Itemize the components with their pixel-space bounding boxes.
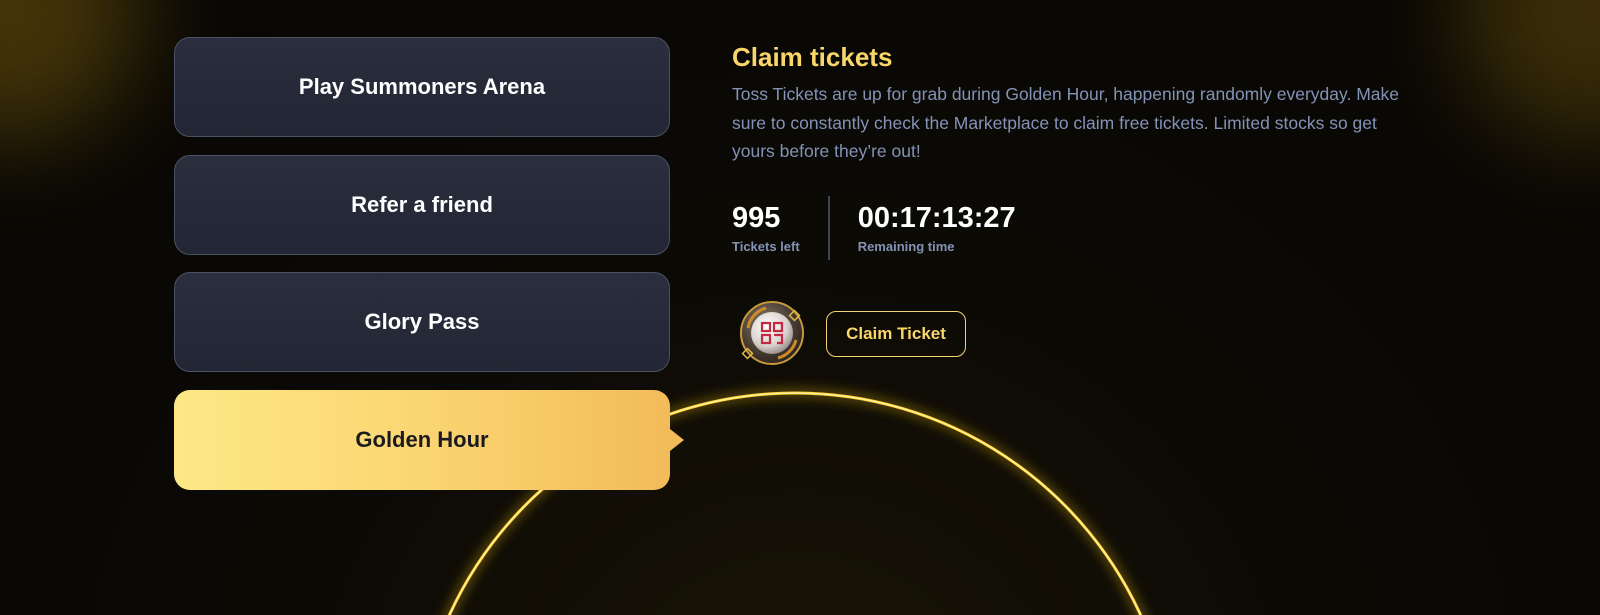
tab-label: Golden Hour: [355, 426, 489, 452]
panel-description: Toss Tickets are up for grab during Gold…: [732, 84, 1399, 161]
tickets-left-stat: 995 Tickets left: [732, 196, 800, 260]
tab-refer-a-friend[interactable]: Refer a friend: [174, 154, 670, 255]
claim-ticket-button[interactable]: Claim Ticket: [826, 310, 966, 357]
tab-glory-pass[interactable]: Glory Pass: [174, 272, 670, 372]
task-tab-list: Play Summoners Arena Refer a friend Glor…: [174, 37, 684, 507]
remaining-time-value: 00:17:13:27: [857, 202, 1016, 234]
claim-row: Claim Ticket: [732, 298, 1432, 370]
tab-label: Glory Pass: [364, 309, 480, 334]
remaining-time-stat: 00:17:13:27 Remaining time: [858, 196, 1016, 260]
golden-hour-panel: Claim tickets Toss Tickets are up for gr…: [732, 40, 1432, 370]
toss-ticket-coin-icon: [740, 300, 804, 365]
stats-row: 995 Tickets left 00:17:13:27 Remaining t…: [732, 195, 1432, 260]
corner-glow-left: [0, 0, 140, 140]
tickets-left-value: 995: [732, 202, 781, 234]
tab-label: Play Summoners Arena: [298, 74, 546, 99]
tab-label: Refer a friend: [351, 191, 493, 217]
stat-divider: [827, 195, 830, 260]
panel-title: Claim tickets: [732, 42, 893, 72]
corner-glow-right: [1460, 0, 1600, 140]
tab-play-summoners-arena[interactable]: Play Summoners Arena: [174, 37, 670, 137]
tab-golden-hour[interactable]: Golden Hour: [174, 389, 684, 490]
active-tab-pointer-icon: [670, 428, 684, 451]
tickets-left-label: Tickets left: [732, 239, 800, 254]
remaining-time-label: Remaining time: [857, 239, 955, 254]
